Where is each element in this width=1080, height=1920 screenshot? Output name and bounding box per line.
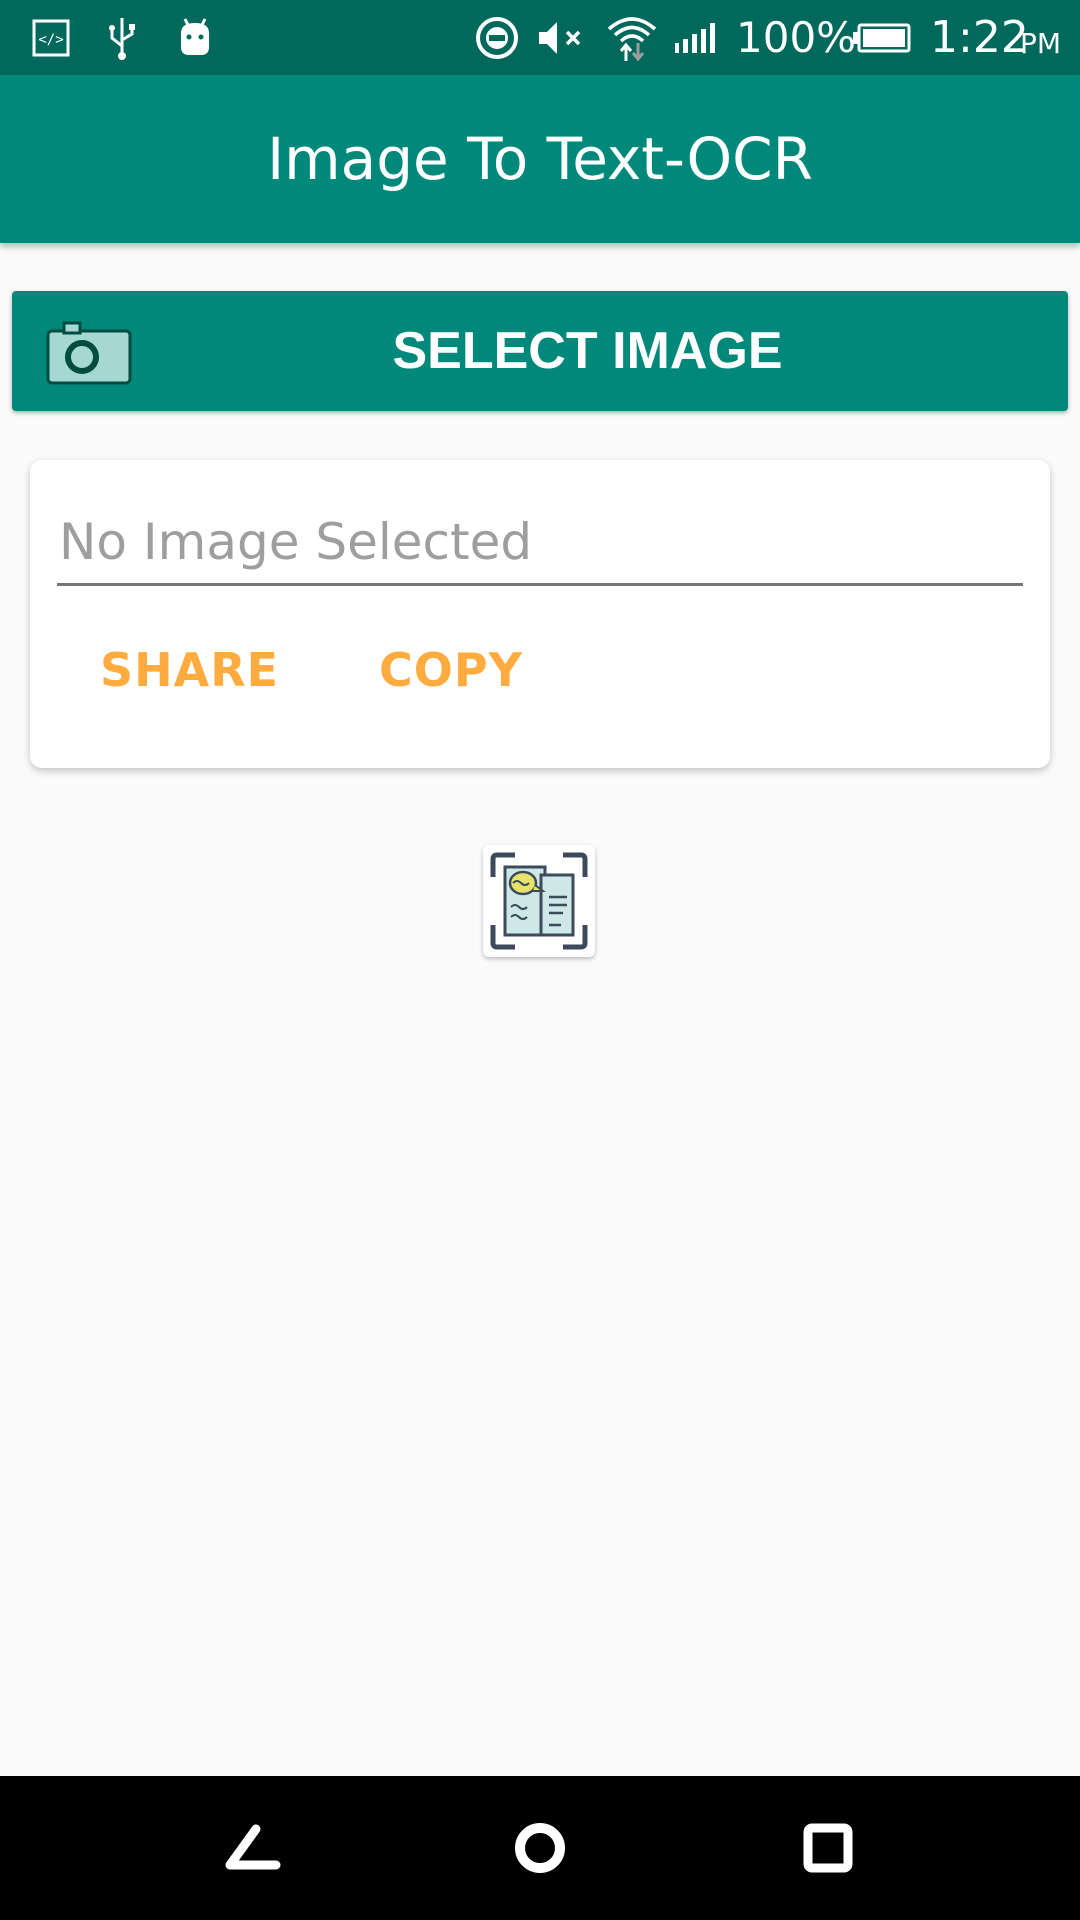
app-title: Image To Text-OCR	[267, 125, 813, 193]
back-icon[interactable]	[212, 1808, 292, 1888]
home-icon[interactable]	[500, 1808, 580, 1888]
svg-text:</>: </>	[38, 32, 63, 48]
scan-document-icon	[490, 852, 588, 950]
result-card: SHARE COPY	[30, 460, 1050, 768]
code-icon: </>	[30, 0, 72, 75]
status-bar: </> 100% 1:22 PM	[0, 0, 1080, 75]
app-bar: Image To Text-OCR	[0, 75, 1080, 243]
navigation-bar	[0, 1776, 1080, 1920]
android-icon	[174, 0, 216, 75]
select-image-label: SELECT IMAGE	[392, 322, 783, 380]
usb-icon	[102, 0, 142, 75]
battery-percent: 100%	[736, 13, 857, 62]
recents-icon[interactable]	[788, 1808, 868, 1888]
do-not-disturb-icon	[474, 0, 520, 75]
mute-icon	[534, 0, 590, 75]
status-ampm: PM	[1020, 27, 1062, 60]
app-logo	[483, 845, 595, 957]
wifi-icon	[604, 0, 660, 75]
select-image-button[interactable]: SELECT IMAGE	[12, 291, 1068, 411]
copy-button[interactable]: COPY	[379, 630, 523, 710]
share-button[interactable]: SHARE	[100, 630, 279, 710]
battery-icon	[850, 0, 912, 75]
signal-icon	[672, 0, 720, 75]
result-text-field[interactable]	[57, 500, 1023, 586]
status-time: 1:22	[930, 12, 1029, 63]
